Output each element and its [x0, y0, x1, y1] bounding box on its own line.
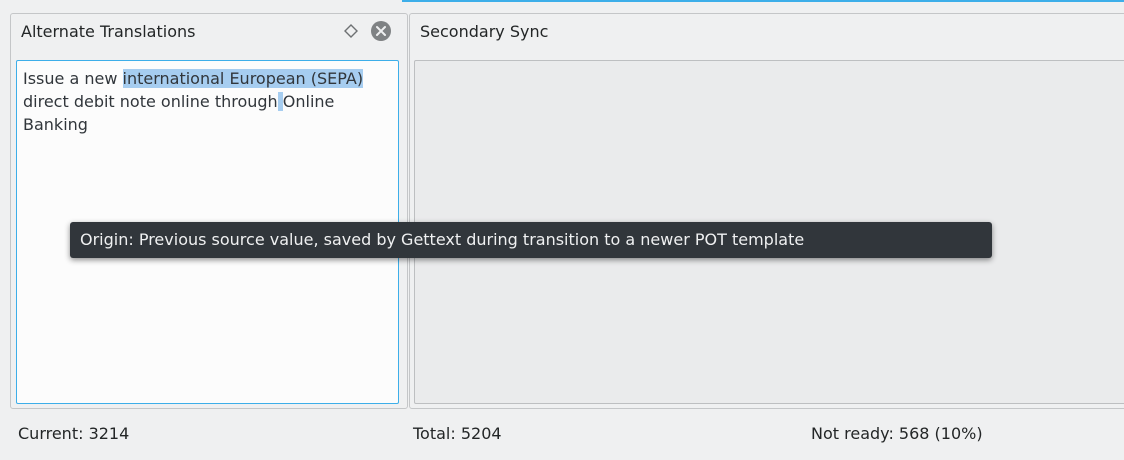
status-not-ready: Not ready: 568 (10%)	[811, 424, 983, 443]
status-current: Current: 3214	[18, 424, 130, 443]
origin-tooltip: Origin: Previous source value, saved by …	[70, 222, 992, 258]
secondary-sync-title: Secondary Sync	[420, 22, 549, 41]
selected-text: international European (SEPA)	[122, 69, 364, 88]
secondary-sync-dock: Secondary Sync	[409, 13, 1124, 409]
alternate-translation-text: Issue a new international European (SEPA…	[23, 67, 393, 136]
text-before: Issue a new	[23, 69, 123, 88]
alternate-translations-dock: Alternate Translations Issue a new inter…	[10, 13, 408, 409]
float-diamond-icon[interactable]	[341, 21, 361, 41]
text-middle: direct debit note online through	[23, 92, 278, 111]
top-accent-line	[402, 0, 1124, 2]
status-total: Total: 5204	[413, 424, 502, 443]
alternate-translations-title: Alternate Translations	[21, 22, 196, 41]
close-circle-icon[interactable]	[370, 20, 392, 42]
